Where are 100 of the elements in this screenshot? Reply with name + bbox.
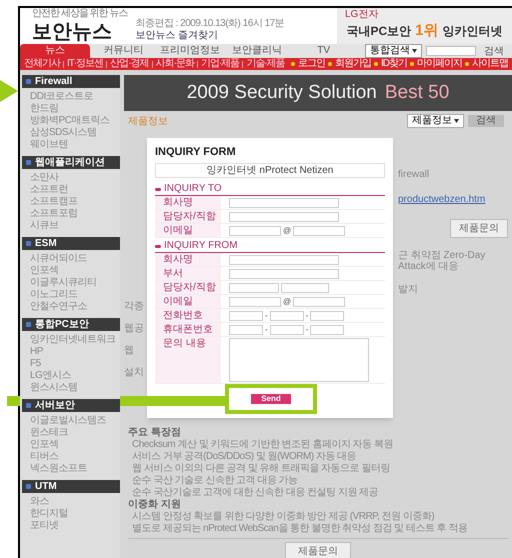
sidebar-link[interactable]: 안철수연구소 — [30, 301, 87, 313]
subnav-link[interactable]: 기업·제품 — [200, 58, 240, 70]
sidebar-title: Firewall — [35, 76, 72, 88]
input-field[interactable] — [293, 226, 346, 236]
field-label: 담당자/직함 — [155, 281, 221, 294]
input-field[interactable] — [229, 268, 339, 278]
subnav-link[interactable]: 기술·제품 — [246, 58, 285, 70]
sidebar-link[interactable]: 한디지털 — [30, 508, 68, 520]
search-field[interactable] — [426, 46, 476, 56]
input-field[interactable] — [293, 296, 346, 306]
sidebar-link[interactable]: 윈스테크 — [30, 427, 68, 439]
input-field[interactable] — [229, 310, 263, 320]
sidebar-link[interactable]: 포티넷 — [30, 520, 58, 532]
sidebar-link[interactable]: 웨이브텐 — [30, 139, 68, 151]
sidebar-link[interactable]: 소만사 — [30, 172, 58, 184]
bullet-icon — [465, 62, 469, 66]
bullet-icon — [26, 484, 31, 489]
input-field[interactable] — [281, 282, 329, 292]
subnav-link[interactable]: 사회·문화 — [156, 58, 194, 70]
sidebar-link[interactable]: 한드림 — [30, 103, 58, 115]
input-field[interactable] — [229, 296, 281, 306]
field-label: 담당자/직함 — [155, 210, 221, 223]
sidebar-title: 웹애플리케이션 — [35, 156, 105, 168]
sidebar-link[interactable]: 소프트캠프 — [30, 196, 78, 208]
feature-text: 순수 국산 기술로 신속한 고객 대응 가능 — [131, 475, 298, 487]
sidebar-link[interactable]: 넥스원소프트 — [30, 463, 87, 475]
subnav-link[interactable]: 마이페이지 — [417, 58, 462, 70]
feature-text: 서비스 거부 공격(DoS/DDoS) 및 웜(WORM) 자동 대응 — [131, 451, 356, 463]
field-label: 이메일 — [155, 295, 221, 308]
bullet-icon — [155, 188, 161, 190]
separator-text: - — [306, 325, 308, 334]
nav-tab[interactable]: 보안클리닉 — [224, 44, 290, 58]
inquiry-button[interactable]: 제품문의 — [450, 219, 508, 238]
input-field[interactable] — [270, 310, 304, 320]
sidebar-link[interactable]: 이노그리드 — [30, 289, 78, 301]
separator-text: @ — [283, 297, 292, 306]
ad-banner[interactable]: LG전자 국내PC보안 1위 잉카인터넷 — [337, 8, 512, 44]
sidebar-link[interactable]: 윈스시스템 — [30, 382, 78, 394]
input-field[interactable] — [310, 324, 344, 334]
sidebar-link[interactable]: 시큐브 — [30, 220, 58, 232]
bullet-icon — [26, 403, 31, 408]
nav-tab[interactable]: 커뮤니티 — [90, 44, 157, 58]
sidebar-link[interactable]: 잉카인터넷네트워크 — [30, 334, 116, 346]
caret-icon — [412, 49, 417, 53]
bullet-icon — [26, 322, 31, 327]
inquiry-button[interactable]: 제품문의 — [285, 542, 351, 558]
sidebar-link[interactable]: 인포섹 — [30, 439, 58, 451]
subnav-link[interactable]: 산업·경제 — [110, 58, 149, 70]
sidebar-link[interactable]: 삼성SDS시스템 — [30, 127, 97, 139]
banner-title: 2009 Security Solution — [186, 80, 377, 105]
search-button[interactable]: 검색 — [476, 44, 512, 58]
field-label: 문의 내용 — [155, 337, 221, 383]
subnav-link[interactable]: 회원가입 — [335, 58, 371, 70]
input-field[interactable] — [229, 198, 339, 208]
bullet-icon — [26, 79, 31, 84]
category-select[interactable]: 제품정보 — [407, 114, 464, 128]
nav-tab[interactable]: TV — [290, 44, 357, 58]
sidebar-link[interactable]: 소프트런 — [30, 184, 68, 196]
product-name: 잉카인터넷 nProtect Netizen — [155, 163, 385, 178]
sidebar-link[interactable]: 티버스 — [30, 451, 58, 463]
input-field[interactable] — [270, 324, 304, 334]
site-logo[interactable]: 보안뉴스 — [32, 20, 128, 44]
input-field[interactable] — [229, 254, 339, 264]
input-field[interactable] — [229, 282, 279, 292]
bullet-icon — [328, 62, 332, 66]
subnav-link[interactable]: 사이트맵 — [472, 58, 508, 70]
message-field[interactable] — [229, 338, 369, 382]
sidebar-link[interactable]: 인포섹 — [30, 265, 58, 277]
sidebar-link[interactable]: LG엔시스 — [30, 370, 71, 382]
article-text: 웹 — [124, 345, 134, 357]
input-field[interactable] — [229, 212, 339, 222]
article-text: 근 취약점 Zero-Day Attack에 대응 — [398, 250, 486, 272]
field-label: 휴대폰번호 — [155, 323, 221, 336]
sidebar-link[interactable]: DDI코로스트로 — [30, 91, 94, 103]
nav-tab[interactable]: 프리미엄정보 — [156, 44, 224, 58]
sidebar-link[interactable]: HP — [30, 346, 43, 358]
sidebar-link[interactable]: 이글로벌시스템즈 — [30, 415, 106, 427]
input-field[interactable] — [310, 310, 344, 320]
subnav-link[interactable]: 전체기사 — [24, 58, 60, 70]
product-link[interactable]: productwebzen.htm — [398, 192, 508, 207]
send-button[interactable]: Send — [251, 394, 291, 404]
sidebar-title: ESM — [35, 238, 57, 250]
subnav-link[interactable]: IT·정보센 — [67, 58, 104, 70]
search-scope-select[interactable]: 통합검색 — [365, 44, 422, 58]
bookmark-link[interactable]: 보안뉴스 즐겨찾기 — [135, 30, 284, 42]
sidebar-link[interactable]: 소프트포럼 — [30, 208, 78, 220]
subnav-link[interactable]: ID찾기 — [381, 58, 407, 70]
nav-tab[interactable]: 뉴스 — [20, 44, 90, 58]
feature-text: Checksum 계산 및 키워드에 기반한 변조된 홈페이지 자동 복원 — [131, 439, 393, 451]
subnav-link[interactable]: 로그인 — [298, 58, 325, 70]
sidebar-link[interactable]: F5 — [30, 358, 41, 370]
sidebar-link[interactable]: 와스 — [30, 496, 49, 508]
sidebar-link[interactable]: 방화벽PC매트릭스 — [30, 115, 110, 127]
sidebar-link[interactable]: 이글루시큐리티 — [30, 277, 96, 289]
input-field[interactable] — [229, 226, 281, 236]
input-field[interactable] — [229, 324, 263, 334]
sidebar-link[interactable]: 시큐어되이드 — [30, 253, 87, 265]
bullet-icon — [155, 244, 161, 248]
bullet-icon — [291, 62, 295, 66]
search-button[interactable]: 검색 — [468, 115, 504, 127]
